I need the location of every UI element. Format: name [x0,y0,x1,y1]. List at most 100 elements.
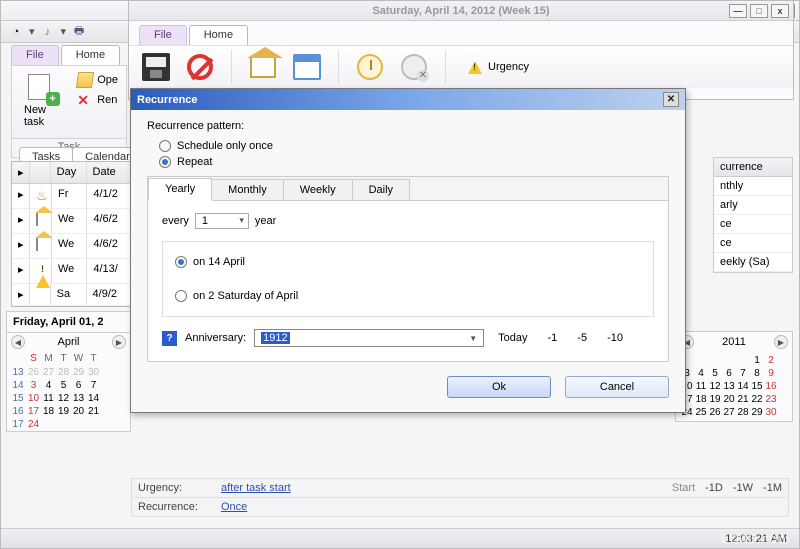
radio-schedule-once[interactable]: Schedule only once [159,140,669,152]
urgency-value-link[interactable]: after task start [221,482,291,494]
radio-once-label: Schedule only once [177,140,273,152]
cancel-task-button[interactable] [183,50,217,84]
dialog-title-label: Recurrence [137,94,198,106]
recurrence-label: Recurrence: [138,501,213,513]
reminder-button[interactable] [353,50,387,84]
warning-icon [36,263,50,288]
cancel-button[interactable]: Cancel [565,376,669,398]
editor-tab-file[interactable]: File [139,25,187,45]
table-row[interactable]: ▸♨Fr4/1/2 [12,184,136,209]
anniversary-minus-10-button[interactable]: -10 [601,332,629,344]
tab-daily[interactable]: Daily [352,179,410,200]
anniversary-minus-1-button[interactable]: -1 [542,332,564,344]
grid-expand-header[interactable]: ▸ [12,162,30,183]
radio-icon [159,140,171,152]
list-item[interactable]: ce [714,215,792,234]
reminder-off-button[interactable] [397,50,431,84]
mini-calendar-left: Friday, April 01, 2 ◀ April ▶ SMTWT 1326… [6,311,131,432]
dialog-close-button[interactable]: ✕ [663,92,679,107]
radio-icon [175,256,187,268]
radio-on-date[interactable]: on 14 April [175,256,641,268]
dialog-titlebar[interactable]: Recurrence ✕ [131,89,685,110]
list-item[interactable]: ce [714,234,792,253]
table-row[interactable]: ▸We4/6/2 [12,209,136,234]
open-button[interactable]: Ope [77,72,118,88]
delete-icon: ✕ [77,92,93,108]
editor-maximize-button[interactable]: □ [750,4,768,18]
divider [445,50,446,84]
flame-icon: ♨ [36,188,52,204]
anniversary-label: Anniversary: [185,332,246,344]
urgency-button[interactable]: Urgency [460,57,537,78]
grid-header-date[interactable]: Date [87,162,136,183]
save-icon [142,53,170,81]
home-view-button[interactable] [246,50,280,84]
urgency-minus-1m[interactable]: -1M [763,482,782,494]
recurrence-column: currence nthly arly ce ce eekly (Sa) [713,157,793,273]
table-row[interactable]: ▸Sa4/9/2 [12,284,136,306]
next-month-button[interactable]: ▶ [112,335,126,349]
on-date-label: on 14 April [193,256,245,268]
tab-weekly[interactable]: Weekly [283,179,353,200]
editor-minimize-button[interactable]: — [729,4,747,18]
home-icon [250,56,276,78]
pattern-label: Recurrence pattern: [147,120,669,132]
start-label: Start [672,482,695,494]
year-label: year [255,215,276,227]
mini-calendar-right: ◀ 2011 ▶ 12 3456789 10111213141516 17181… [675,331,793,422]
radio-repeat[interactable]: Repeat [159,156,669,168]
every-label: every [162,215,189,227]
radio-icon [175,290,187,302]
calendar-icon [293,54,321,80]
on-ordinal-label: on 2 Saturday of April [193,290,298,302]
ok-button[interactable]: Ok [447,376,551,398]
recurrence-dialog: Recurrence ✕ Recurrence pattern: Schedul… [130,88,686,413]
urgency-minus-1d[interactable]: -1D [705,482,723,494]
task-editor-title: Saturday, April 14, 2012 (Week 15) — □ x [129,1,793,21]
remove-button[interactable]: ✕Ren [77,92,118,108]
tab-yearly[interactable]: Yearly [148,178,212,201]
prev-month-button[interactable]: ◀ [11,335,25,349]
list-item[interactable]: arly [714,196,792,215]
editor-close-button[interactable]: x [771,4,789,18]
tab-home[interactable]: Home [61,45,120,65]
calendar-year-label: 2011 [722,336,746,348]
help-icon[interactable]: ? [162,331,177,346]
app-icon: ◔ [7,23,25,41]
recurrence-column-header[interactable]: currence [714,158,792,177]
radio-repeat-label: Repeat [177,156,212,168]
open-label: Ope [97,74,118,86]
every-count-input[interactable]: 1 [195,213,249,229]
print-icon[interactable]: 🖶 [70,23,88,41]
recurrence-value-link[interactable]: Once [221,501,247,513]
table-row[interactable]: ▸We4/6/2 [12,234,136,259]
anniversary-today-button[interactable]: Today [492,332,533,344]
new-task-button[interactable]: + New task [20,72,63,130]
table-row[interactable]: ▸We4/13/ [12,259,136,284]
music-icon[interactable]: ♪ [39,23,57,41]
tab-file[interactable]: File [11,45,59,65]
task-grid: ▸ Day Date ▸♨Fr4/1/2 ▸We4/6/2 ▸We4/6/2 ▸… [11,161,137,307]
list-item[interactable]: nthly [714,177,792,196]
save-button[interactable] [139,50,173,84]
list-item[interactable]: eekly (Sa) [714,253,792,272]
calendar-title: Friday, April 01, 2 [7,312,130,333]
house-icon [36,212,38,226]
radio-on-ordinal[interactable]: on 2 Saturday of April [175,290,641,302]
calendar-button[interactable] [290,50,324,84]
anniversary-minus-5-button[interactable]: -5 [571,332,593,344]
yearly-options-box: on 14 April on 2 Saturday of April [162,241,654,317]
grid-header-day[interactable]: Day [51,162,87,183]
tab-monthly[interactable]: Monthly [211,179,284,200]
anniversary-value: 1912 [261,332,289,344]
urgency-button-label: Urgency [488,61,529,73]
urgency-minus-1w[interactable]: -1W [733,482,753,494]
alarm-clock-icon [357,54,383,80]
alarm-off-icon [401,54,427,80]
editor-tab-home[interactable]: Home [189,25,248,45]
anniversary-input[interactable]: 1912 ▼ [254,329,484,347]
urgency-label: Urgency: [138,482,213,494]
next-year-button[interactable]: ▶ [774,335,788,349]
repeat-options-panel: Yearly Monthly Weekly Daily every 1 year… [147,176,669,362]
divider [338,50,339,84]
